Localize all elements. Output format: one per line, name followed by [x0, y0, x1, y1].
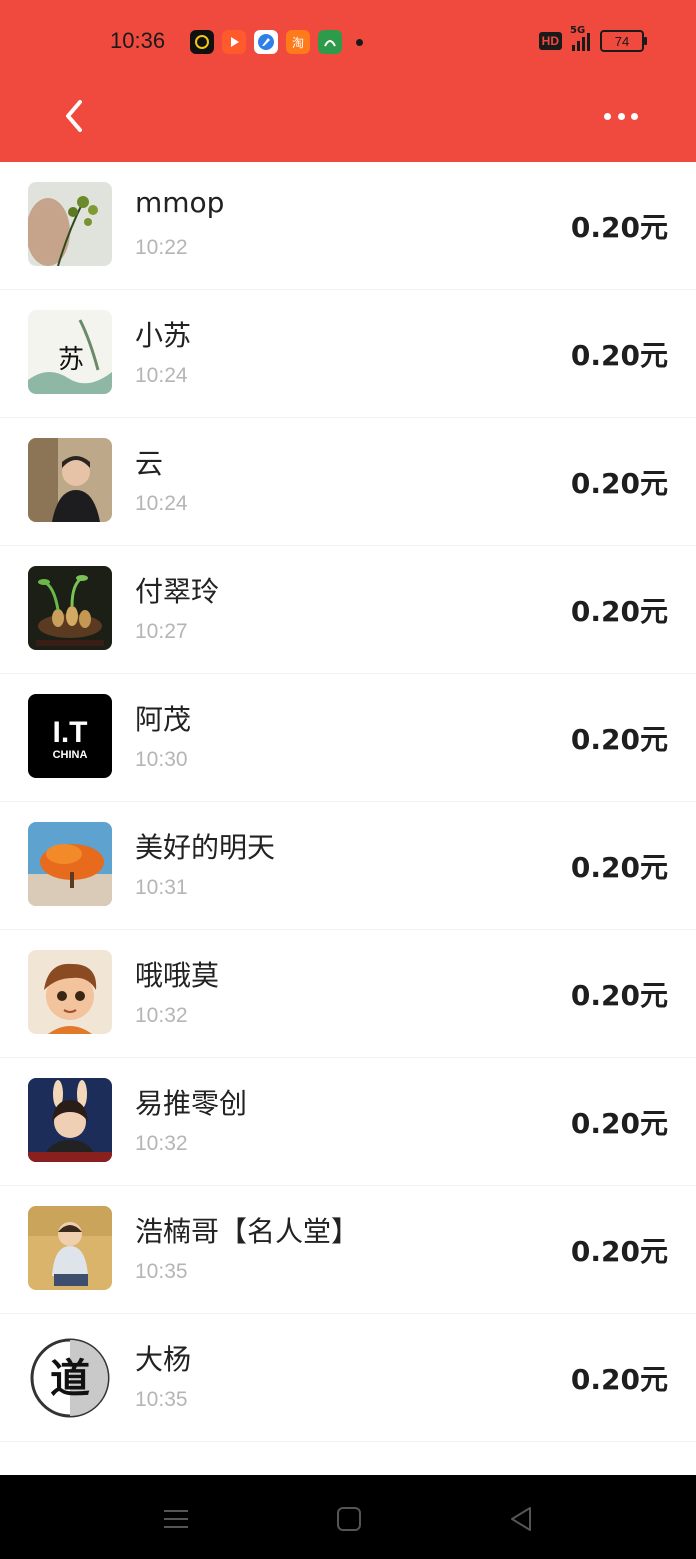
payment-time: 10:32 [135, 1004, 188, 1027]
home-square-icon [337, 1507, 361, 1531]
avatar [28, 438, 112, 522]
app-header: 10:36 淘 HD 5G 74 [0, 0, 696, 162]
avatar: I.T CHINA [28, 694, 112, 778]
avatar [28, 822, 112, 906]
payer-name: 哦哦莫 [135, 959, 220, 992]
payment-amount: 0.20元 [570, 979, 668, 1012]
payment-amount: 0.20元 [570, 1107, 668, 1140]
list-item[interactable]: 云 10:24 0.20元 [0, 418, 696, 546]
payer-name: 大杨 [135, 1343, 192, 1376]
payment-amount: 0.20元 [570, 851, 668, 884]
payment-amount: 0.20元 [570, 467, 668, 500]
avatar: 苏 [28, 310, 112, 394]
payment-time: 10:24 [135, 492, 188, 515]
status-indicators: HD 5G 74 [538, 25, 647, 52]
more-dot-icon [631, 112, 638, 120]
payer-name: 阿茂 [135, 703, 192, 736]
back-nav-button[interactable] [508, 1505, 536, 1533]
notification-icons: 淘 [190, 30, 363, 54]
battery-level: 74 [614, 33, 630, 49]
payment-amount: 0.20元 [570, 211, 668, 244]
payment-amount: 0.20元 [570, 1363, 668, 1396]
svg-text:CHINA: CHINA [53, 749, 88, 761]
payer-name: 云 [135, 447, 164, 480]
payment-time: 10:30 [135, 748, 188, 771]
home-nav-button[interactable] [335, 1505, 363, 1533]
network-type: 5G [570, 25, 586, 36]
avatar [28, 566, 112, 650]
hd-badge: HD [538, 32, 562, 50]
avatar: 道 [28, 1334, 112, 1418]
taobao-icon: 淘 [286, 30, 310, 54]
payer-name: 付翠玲 [135, 575, 220, 608]
more-dot-icon [617, 112, 625, 120]
back-triangle-icon [511, 1507, 531, 1531]
avatar [28, 1206, 112, 1290]
avatar [28, 1078, 112, 1162]
payer-name: 易推零创 [135, 1087, 248, 1120]
payment-amount: 0.20元 [570, 595, 668, 628]
signal-icon: 5G [570, 25, 590, 51]
payment-time: 10:35 [135, 1260, 188, 1283]
list-item[interactable]: 美好的明天 10:31 0.20元 [0, 802, 696, 930]
menu-icon [164, 1510, 188, 1528]
svg-text:道: 道 [50, 1355, 90, 1402]
status-time: 10:36 [110, 28, 166, 53]
chevron-left-icon [66, 100, 82, 132]
payment-time: 10:27 [135, 620, 188, 643]
list-item[interactable]: 浩楠哥【名人堂】 10:35 0.20元 [0, 1186, 696, 1314]
payment-amount: 0.20元 [570, 1235, 668, 1268]
video-app-icon [222, 30, 246, 54]
clock-app-icon [190, 30, 214, 54]
payment-time: 10:24 [135, 364, 188, 387]
list-item[interactable]: 付翠玲 10:27 0.20元 [0, 546, 696, 674]
list-item[interactable]: 苏 小苏 10:24 0.20元 [0, 290, 696, 418]
more-options-button[interactable] [604, 104, 638, 128]
more-dot-icon [604, 112, 611, 120]
payment-time: 10:31 [135, 876, 188, 899]
svg-text:I.T: I.T [53, 716, 88, 749]
payment-time: 10:35 [135, 1388, 188, 1411]
menu-nav-button[interactable] [162, 1505, 190, 1533]
maps-app-icon [318, 30, 342, 54]
battery-icon: 74 [600, 30, 647, 52]
list-item[interactable]: 道 大杨 10:35 0.20元 [0, 1314, 696, 1442]
payer-name: mmop [135, 186, 225, 219]
list-item[interactable]: 哦哦莫 10:32 0.20元 [0, 930, 696, 1058]
payment-time: 10:22 [135, 236, 188, 259]
list-item[interactable]: mmop 10:22 0.20元 [0, 162, 696, 290]
system-navigation-bar [0, 1475, 696, 1559]
payment-list: mmop 10:22 0.20元 苏 小苏 10:24 0.20元 云 10:2… [0, 162, 696, 1442]
avatar [28, 950, 112, 1034]
list-item[interactable]: 易推零创 10:32 0.20元 [0, 1058, 696, 1186]
payer-name: 美好的明天 [135, 831, 276, 864]
browser-app-icon [254, 30, 278, 54]
payment-amount: 0.20元 [570, 723, 668, 756]
avatar [28, 182, 112, 266]
payment-time: 10:32 [135, 1132, 188, 1155]
payment-amount: 0.20元 [570, 339, 668, 372]
svg-text:苏: 苏 [58, 345, 84, 375]
payer-name: 小苏 [135, 319, 192, 352]
more-notifications-dot [356, 38, 363, 46]
back-button[interactable] [60, 98, 90, 134]
list-item[interactable]: I.T CHINA 阿茂 10:30 0.20元 [0, 674, 696, 802]
payer-name: 浩楠哥【名人堂】 [135, 1215, 360, 1248]
